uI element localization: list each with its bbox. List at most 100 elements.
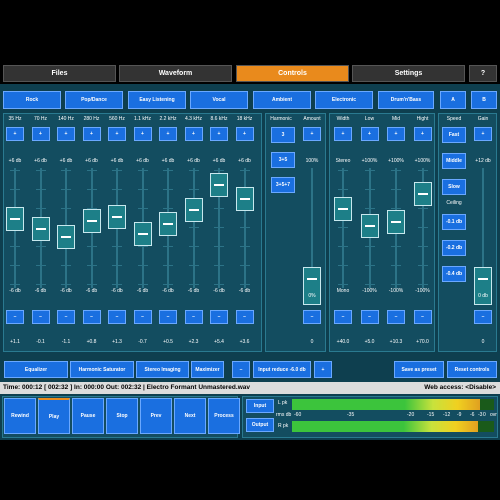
eq-band-2-plus-button[interactable]: + [57,127,75,141]
ceiling-04-button[interactable]: -0.4 db [442,266,466,282]
stereo-low-slider-knob[interactable] [360,214,379,239]
stereo-width-minus-button[interactable]: – [334,310,352,324]
web-access-link[interactable]: Web access: <Disable> [424,384,496,391]
eq-band-8-plus-button[interactable]: + [210,127,228,141]
play-button[interactable]: Play [38,398,70,434]
harmonic-3-5-button[interactable]: 3+5 [271,152,295,168]
stereo-hight-tick [417,227,428,228]
eq-band-1-minus-button[interactable]: – [31,310,50,324]
eq-band-7-tick [188,246,199,247]
harmonic-3-5-7-button[interactable]: 3+5+7 [271,177,295,193]
gain-minus-button[interactable]: – [474,310,492,324]
eq-band-2-slider-knob[interactable] [57,224,75,249]
eq-band-0-minus-button[interactable]: – [6,310,24,324]
gain-value: 0 [481,339,485,345]
eq-band-4-slider-knob[interactable] [108,205,126,230]
stereo-low-minus-button[interactable]: – [360,310,379,324]
stereo-mid-plus-button[interactable]: + [387,127,405,141]
module-maximizer-button[interactable]: Maximizer [191,361,224,378]
prev-button[interactable]: Prev [140,398,172,434]
process-button[interactable]: Process [208,398,240,434]
eq-band-4-minus-button[interactable]: – [108,310,126,324]
eq-band-0-slider-knob[interactable] [6,207,24,232]
eq-band-8-slider-knob[interactable] [210,172,228,197]
eq-band-8-value: +5.4 [214,339,224,345]
rewind-button[interactable]: Rewind [4,398,36,434]
preset-electronic-button[interactable]: Electronic [315,91,373,109]
stereo-low-plus-button[interactable]: + [360,127,379,141]
pause-button[interactable]: Pause [72,398,104,434]
eq-band-9-value: +3.6 [239,339,250,345]
input-reduce-minus-button[interactable]: – [232,361,250,378]
stereo-hight-plus-button[interactable]: + [413,127,432,141]
eq-band-7-slider-knob[interactable] [184,197,203,222]
module-equalizer-button[interactable]: Equalizer [4,361,68,378]
meter-scale-tick: -6 [470,412,475,418]
reset-controls-button[interactable]: Reset controls [447,361,497,378]
eq-band-6-minus-button[interactable]: – [159,310,177,324]
eq-band-9-plus-button[interactable]: + [235,127,254,141]
eq-band-3-slider-knob[interactable] [82,209,101,234]
meter-input-button[interactable]: Input [246,399,274,413]
amount-plus-button[interactable]: + [303,127,321,141]
eq-band-1-slider-knob[interactable] [31,216,50,241]
gain-slider-knob[interactable] [474,267,492,305]
eq-band-4-plus-button[interactable]: + [108,127,126,141]
tab-help[interactable]: ? [469,65,497,82]
amount-slider-knob[interactable] [303,267,321,305]
eq-band-6-plus-button[interactable]: + [159,127,177,141]
eq-band-9-slider-knob[interactable] [235,187,254,212]
eq-band-1-tick [35,265,46,266]
input-reduce-plus-button[interactable]: + [314,361,332,378]
speed-middle-button[interactable]: Middle [442,153,466,169]
eq-band-7-minus-button[interactable]: – [184,310,203,324]
gain-plus-button[interactable]: + [474,127,492,141]
stop-button[interactable]: Stop [106,398,138,434]
stereo-width-tick [338,227,348,228]
eq-band-7-plus-button[interactable]: + [184,127,203,141]
preset-pop-button[interactable]: Pop/Dance [65,91,123,109]
module-stereo-imaging-button[interactable]: Stereo Imaging [136,361,189,378]
ceiling-02-button[interactable]: -0.2 db [442,240,466,256]
eq-band-5-plus-button[interactable]: + [133,127,152,141]
eq-band-3-plus-button[interactable]: + [82,127,101,141]
eq-band-3-minus-button[interactable]: – [82,310,101,324]
amount-minus-button[interactable]: – [303,310,321,324]
preset-rock-button[interactable]: Rock [3,91,61,109]
eq-band-2-minus-button[interactable]: – [57,310,75,324]
eq-band-9-minus-button[interactable]: – [235,310,254,324]
eq-band-0-plus-button[interactable]: + [6,127,24,141]
preset-ambient-button[interactable]: Ambient [253,91,311,109]
preset-b-button[interactable]: B [471,91,497,109]
stereo-mid-slider-knob[interactable] [387,210,405,235]
preset-drumnbass-button[interactable]: Drum'n'Bass [378,91,434,109]
tab-files[interactable]: Files [3,65,116,82]
harmonic-3-button[interactable]: 3 [271,127,295,143]
preset-vocal-button[interactable]: Vocal [190,91,248,109]
eq-band-6-slider-knob[interactable] [159,212,177,237]
speed-fast-button[interactable]: Fast [442,127,466,143]
eq-band-9-top-label: +6 db [238,158,251,164]
stereo-hight-slider-knob[interactable] [413,182,432,207]
eq-band-5-slider-knob[interactable] [133,221,152,246]
eq-band-5-minus-button[interactable]: – [133,310,152,324]
meter-scale-tick: -60 [294,412,302,418]
speed-slow-button[interactable]: Slow [442,179,466,195]
eq-band-8-minus-button[interactable]: – [210,310,228,324]
ceiling-01-button[interactable]: -0.1 db [442,214,466,230]
save-preset-button[interactable]: Save as preset [394,361,444,378]
eq-band-1-plus-button[interactable]: + [31,127,50,141]
gain-top-label: +12 db [475,158,491,164]
tab-controls[interactable]: Controls [236,65,349,82]
tab-waveform[interactable]: Waveform [119,65,232,82]
stereo-hight-minus-button[interactable]: – [413,310,432,324]
stereo-mid-minus-button[interactable]: – [387,310,405,324]
next-button[interactable]: Next [174,398,206,434]
meter-output-button[interactable]: Output [246,418,274,432]
stereo-width-slider-knob[interactable] [334,196,352,221]
preset-easy-listening-button[interactable]: Easy Listening [128,91,186,109]
stereo-width-plus-button[interactable]: + [334,127,352,141]
tab-settings[interactable]: Settings [352,65,465,82]
module-harmonic-saturator-button[interactable]: Harmonic Saturator [70,361,134,378]
preset-a-button[interactable]: A [440,91,466,109]
